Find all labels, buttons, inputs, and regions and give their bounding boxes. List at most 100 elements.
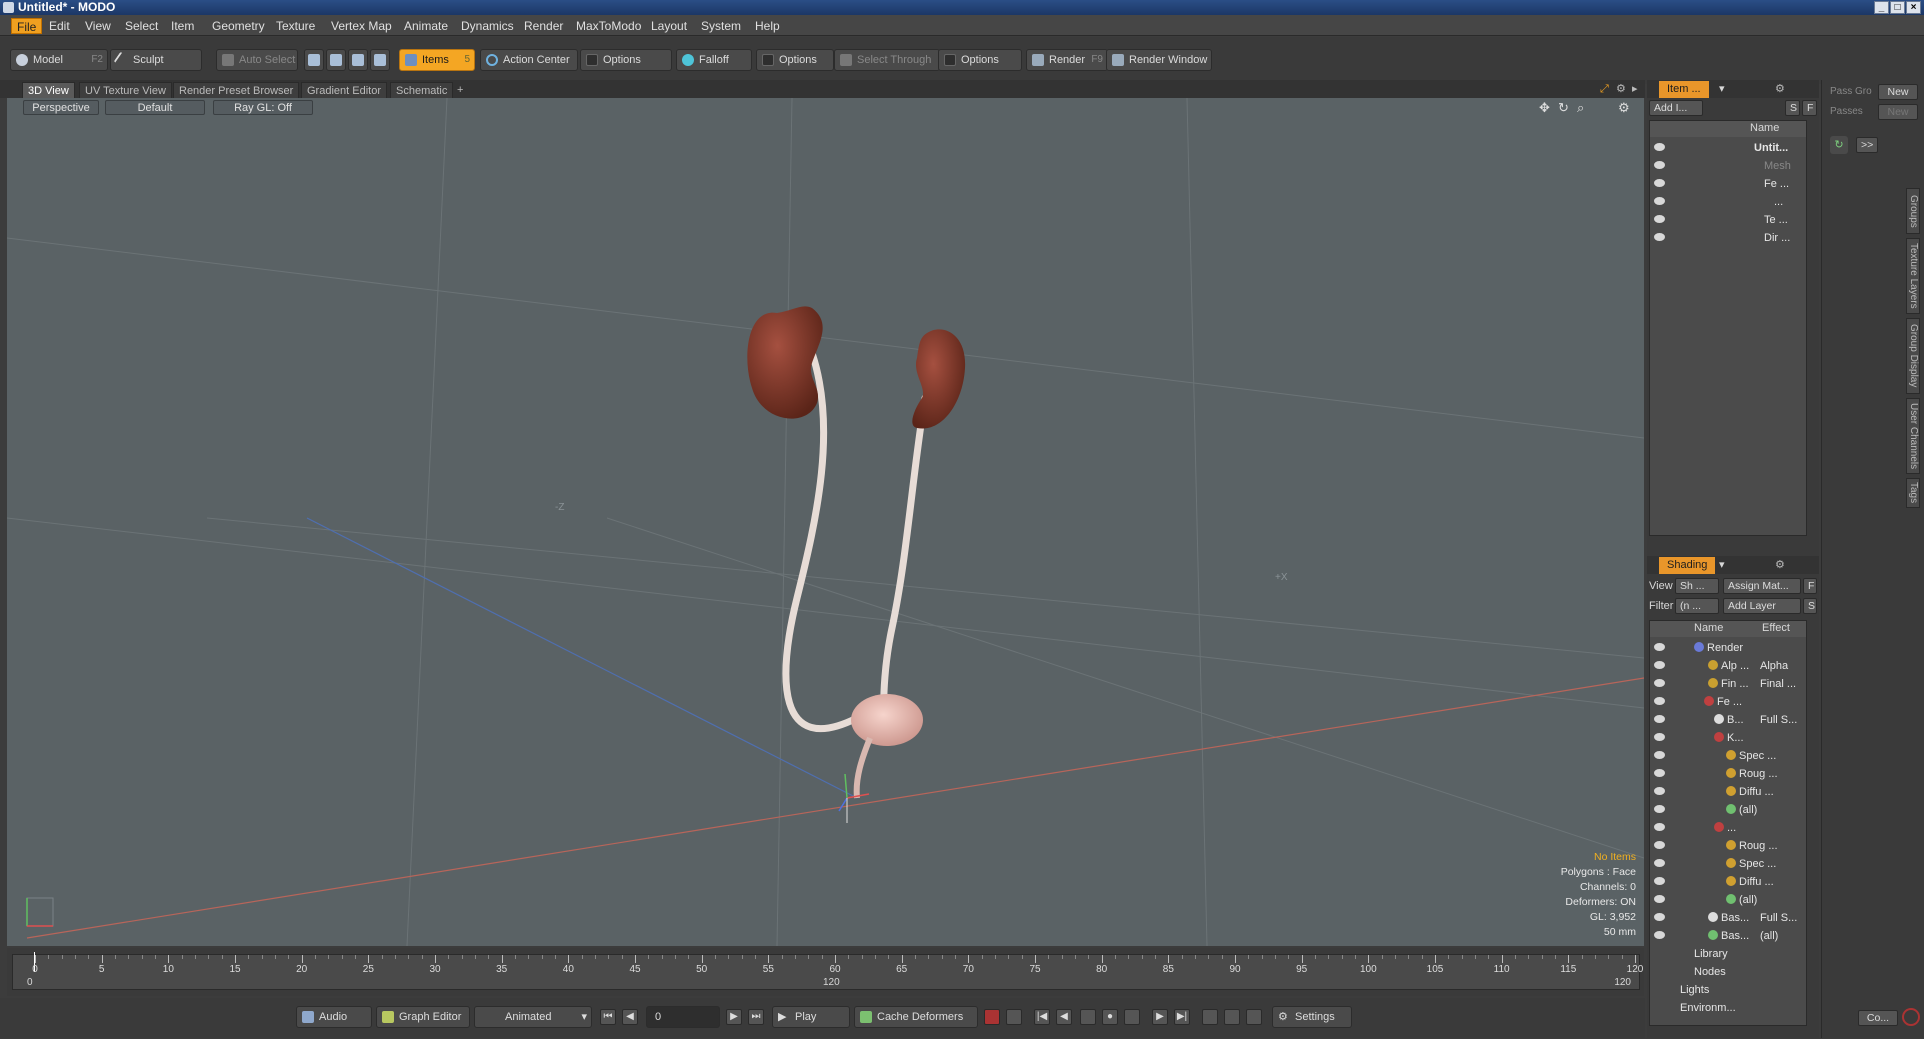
shading-f-button[interactable]: F	[1803, 578, 1817, 594]
cache-deformers-button[interactable]: Cache Deformers	[854, 1006, 978, 1028]
shader-tree-row[interactable]: Environm...	[1650, 999, 1806, 1017]
previous-key-button[interactable]: |◀	[1034, 1009, 1050, 1025]
visibility-eye-icon[interactable]	[1654, 179, 1665, 187]
visibility-eye-icon[interactable]	[1654, 215, 1665, 223]
menu-view[interactable]: View	[80, 18, 116, 34]
maximize-button[interactable]: □	[1890, 1, 1905, 14]
key-record-dot-icon[interactable]: ●	[1102, 1009, 1118, 1025]
visibility-eye-icon[interactable]	[1654, 895, 1665, 903]
tree-row[interactable]: Mesh	[1650, 157, 1806, 175]
3d-viewport[interactable]: Perspective Default Ray GL: Off ✥ ↻ ⌕ ⚙ …	[7, 98, 1644, 946]
record-key-icon[interactable]	[984, 1009, 1000, 1025]
minimize-button[interactable]: _	[1874, 1, 1889, 14]
stop-icon[interactable]	[1902, 1008, 1920, 1026]
gear-icon[interactable]: ⚙	[1616, 82, 1626, 95]
audio-button[interactable]: Audio	[296, 1006, 372, 1028]
visibility-eye-icon[interactable]	[1654, 823, 1665, 831]
action-center-options-button[interactable]: Options	[580, 49, 672, 71]
menu-select[interactable]: Select	[120, 18, 163, 34]
tab-3d-view[interactable]: 3D View	[22, 82, 75, 98]
timeline-ruler[interactable]: 0 120 120 0 5 10 15 20 25 30 35 40 45 50 55 60 65 70 75…	[12, 952, 1643, 990]
shader-tree-row[interactable]: Diffu ...	[1650, 873, 1806, 891]
graph-editor-button[interactable]: Graph Editor	[376, 1006, 470, 1028]
visibility-eye-icon[interactable]	[1654, 197, 1665, 205]
refresh-icon[interactable]: ↻	[1830, 136, 1848, 154]
tree-row[interactable]: Dir ...	[1650, 229, 1806, 247]
delete-key-icon[interactable]	[1124, 1009, 1140, 1025]
shader-layer-effect[interactable]: Full S...	[1760, 711, 1804, 729]
visibility-eye-icon[interactable]	[1654, 913, 1665, 921]
shader-tree-row[interactable]: Library	[1650, 945, 1806, 963]
shader-tree-row[interactable]: (all)	[1650, 801, 1806, 819]
shader-tree-row[interactable]: B... Full S...	[1650, 711, 1806, 729]
shader-tree-row[interactable]: Roug ...	[1650, 765, 1806, 783]
go-to-end-button[interactable]: ⏭	[748, 1009, 764, 1025]
chevron-down-icon[interactable]: ▾	[1719, 558, 1725, 571]
shader-layer-effect[interactable]: Full S...	[1760, 909, 1804, 927]
vertices-mode-button[interactable]	[304, 49, 324, 71]
vertical-tab[interactable]: Tags	[1906, 478, 1920, 508]
shader-tree-row[interactable]: Fe ...	[1650, 693, 1806, 711]
tree-row[interactable]: ...	[1650, 193, 1806, 211]
menu-dynamics[interactable]: Dynamics	[456, 18, 519, 34]
shader-tree-row[interactable]: Diffu ...	[1650, 783, 1806, 801]
visibility-eye-icon[interactable]	[1654, 769, 1665, 777]
shader-tree-row[interactable]: Alp ... Alpha	[1650, 657, 1806, 675]
render-button[interactable]: Render F9	[1026, 49, 1108, 71]
edges-mode-button[interactable]	[326, 49, 346, 71]
tab-gradient-editor[interactable]: Gradient Editor	[301, 82, 387, 98]
visibility-eye-icon[interactable]	[1654, 715, 1665, 723]
next-key-button[interactable]: ▶	[1152, 1009, 1168, 1025]
new-pass-button[interactable]: New	[1878, 104, 1918, 120]
shader-tree-row[interactable]: Lights	[1650, 981, 1806, 999]
shader-tree[interactable]: Name Effect Render Alp ... Alpha Fin ... Fin…	[1649, 620, 1807, 1026]
animation-mode-dropdown[interactable]: Animated ▾	[474, 1006, 592, 1028]
vertical-tab[interactable]: User Channels	[1906, 398, 1920, 474]
shader-tree-row[interactable]: Fin ... Final ...	[1650, 675, 1806, 693]
shader-tree-row[interactable]: Bas... Full S...	[1650, 909, 1806, 927]
view-dropdown[interactable]: Sh ...	[1675, 578, 1719, 594]
filter-dropdown[interactable]: (n ...	[1675, 598, 1719, 614]
visibility-eye-icon[interactable]	[1654, 661, 1665, 669]
key-tool-icon-2[interactable]	[1224, 1009, 1240, 1025]
current-frame-field[interactable]: 0	[646, 1006, 720, 1028]
menu-item[interactable]: Item	[166, 18, 199, 34]
visibility-eye-icon[interactable]	[1654, 697, 1665, 705]
play-button[interactable]: ▶ Play	[772, 1006, 850, 1028]
shader-layer-effect[interactable]: Alpha	[1760, 657, 1804, 675]
action-center-button[interactable]: Action Center	[480, 49, 578, 71]
materials-mode-button[interactable]	[370, 49, 390, 71]
vertical-tab[interactable]: Group Display	[1906, 318, 1920, 394]
visibility-eye-icon[interactable]	[1654, 787, 1665, 795]
close-button[interactable]: ×	[1906, 1, 1921, 14]
last-key-button[interactable]: ▶|	[1174, 1009, 1190, 1025]
item-s-button[interactable]: S	[1785, 100, 1800, 116]
select-options-button[interactable]: Options	[938, 49, 1022, 71]
visibility-eye-icon[interactable]	[1654, 143, 1665, 151]
auto-select-button[interactable]: Auto Select	[216, 49, 298, 71]
sculpt-mode-button[interactable]: Sculpt	[110, 49, 202, 71]
shader-tree-row[interactable]: Roug ...	[1650, 837, 1806, 855]
tab-uv-texture-view[interactable]: UV Texture View	[79, 82, 172, 98]
visibility-eye-icon[interactable]	[1654, 877, 1665, 885]
add-item-dropdown[interactable]: Add I...	[1649, 100, 1703, 116]
visibility-eye-icon[interactable]	[1654, 233, 1665, 241]
settings-button[interactable]: ⚙ Settings	[1272, 1006, 1352, 1028]
shader-tree-row[interactable]: (all)	[1650, 891, 1806, 909]
shader-tree-row[interactable]: Spec ...	[1650, 747, 1806, 765]
key-tool-icon-1[interactable]	[1202, 1009, 1218, 1025]
key-back-button[interactable]: ◀	[1056, 1009, 1072, 1025]
command-input[interactable]: Co...	[1858, 1010, 1898, 1026]
go-to-start-button[interactable]: ⏮	[600, 1009, 616, 1025]
expand-button[interactable]: >>	[1856, 137, 1878, 153]
shading-s-button[interactable]: S	[1803, 598, 1817, 614]
visibility-eye-icon[interactable]	[1654, 805, 1665, 813]
key-tool-icon-3[interactable]	[1246, 1009, 1262, 1025]
shader-tree-row[interactable]: Render	[1650, 639, 1806, 657]
gear-icon[interactable]: ⚙	[1775, 558, 1785, 571]
step-back-button[interactable]: ◀	[622, 1009, 638, 1025]
visibility-eye-icon[interactable]	[1654, 733, 1665, 741]
menu-help[interactable]: Help	[750, 18, 785, 34]
visibility-eye-icon[interactable]	[1654, 643, 1665, 651]
tab-schematic[interactable]: Schematic	[390, 82, 454, 98]
